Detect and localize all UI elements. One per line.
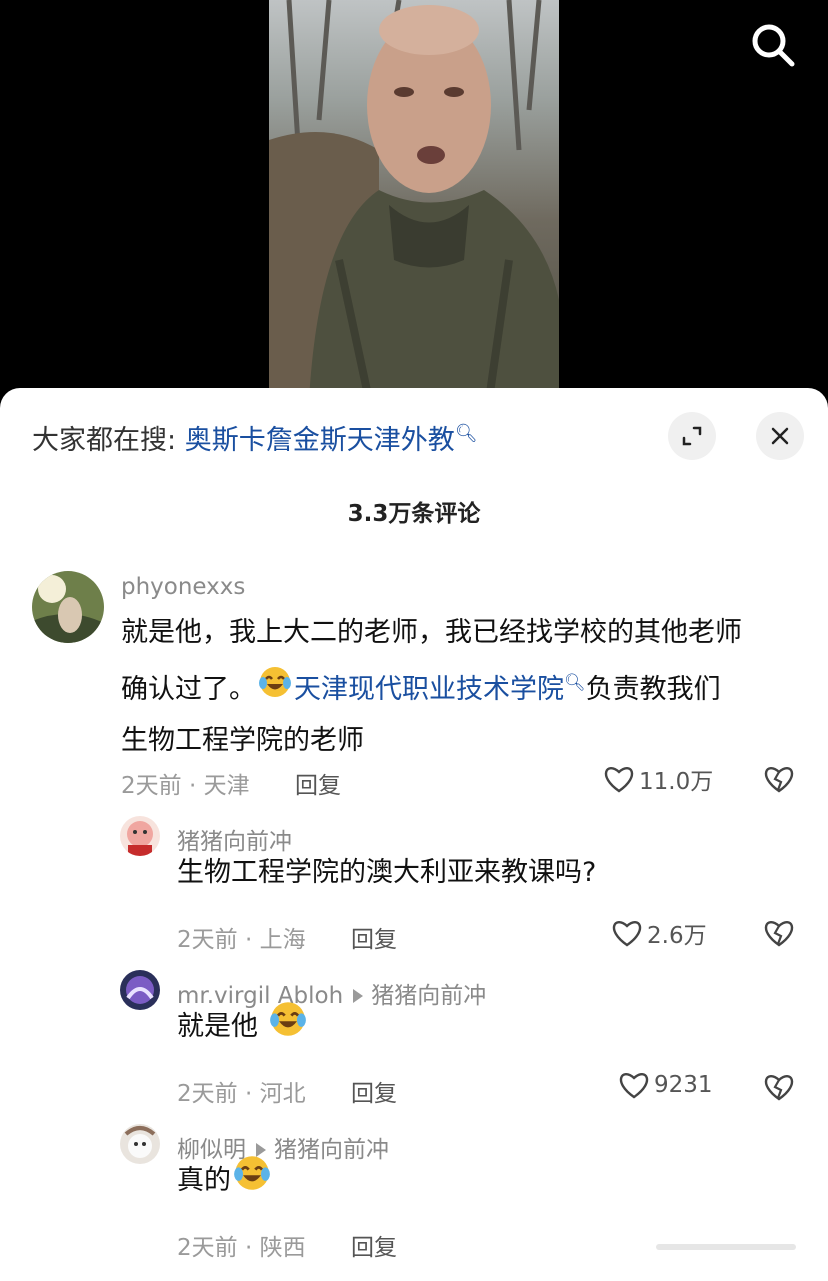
broken-heart-icon (764, 1075, 794, 1101)
comment-count: 3.3万条评论 (347, 501, 481, 527)
comment-item: phyonexxs 就是他，我上大二的老师，我已经找学校的其他老师 确认过了。 天… (0, 568, 828, 800)
reply-button[interactable]: 回复 (295, 766, 341, 800)
dislike-button[interactable] (763, 918, 795, 952)
avatar[interactable] (120, 970, 160, 1010)
expand-icon (682, 426, 702, 446)
reply-item: 猪猪向前冲 生物工程学院的澳大利亚来教课吗? 2天前 · 上海 回复 2.6万 (0, 816, 828, 956)
search-icon: 🔍︎ (564, 673, 586, 693)
school-link[interactable]: 天津现代职业技术学院 (294, 674, 564, 705)
comment-text: 生物工程学院的澳大利亚来教课吗? (177, 857, 597, 888)
comment-text-segment: 负责教我们 (585, 674, 721, 705)
reply-target[interactable]: 猪猪向前冲 (371, 983, 486, 1009)
comment-meta: 2天前 · 陕西 (177, 1235, 306, 1261)
search-button[interactable] (748, 20, 798, 70)
reply-button[interactable]: 回复 (351, 920, 397, 954)
video-player[interactable] (0, 0, 828, 400)
laughing-crying-emoji-icon (233, 1154, 271, 1209)
comment-meta: 2天前 · 上海 (177, 927, 306, 953)
reply-target[interactable]: 猪猪向前冲 (274, 1137, 389, 1163)
close-icon (771, 427, 789, 445)
avatar[interactable] (120, 816, 160, 856)
avatar[interactable] (32, 571, 104, 643)
video-frame (269, 0, 559, 400)
comment-text-line: 生物工程学院的老师 (121, 725, 364, 756)
like-count: 2.6万 (647, 923, 707, 949)
comment-text-line: 确认过了。 天津现代职业技术学院🔍︎负责教我们 (121, 658, 811, 716)
broken-heart-icon (764, 921, 794, 947)
home-indicator (656, 1244, 796, 1250)
reply-item: mr.virgil Abloh 猪猪向前冲 就是他 2天前 · 河北 回复 923… (0, 970, 828, 1110)
comment-text: 真的 (177, 1154, 273, 1209)
like-count: 9231 (654, 1072, 713, 1098)
heart-icon (612, 921, 642, 947)
reply-arrow-icon (353, 988, 364, 1003)
avatar[interactable] (120, 1124, 160, 1164)
broken-heart-icon (764, 767, 794, 793)
reply-button[interactable]: 回复 (351, 1074, 397, 1108)
dislike-button[interactable] (763, 764, 795, 798)
comment-text: 就是他，我上大二的老师，我已经找学校的其他老师 确认过了。 天津现代职业技术学院🔍… (121, 608, 811, 766)
comment-text-segment: 真的 (177, 1165, 231, 1196)
comment-username[interactable]: phyonexxs (121, 574, 245, 600)
expand-button[interactable] (668, 412, 716, 460)
video-still-image (269, 0, 559, 400)
search-icon: 🔍︎ (454, 423, 478, 444)
comment-meta: 2天前 · 河北 (177, 1081, 306, 1107)
comment-text-line: 就是他，我上大二的老师，我已经找学校的其他老师 (121, 617, 742, 648)
search-icon (752, 24, 795, 67)
trending-search-prefix: 大家都在搜: (32, 425, 177, 456)
comment-meta: 2天前 · 天津 (121, 773, 250, 799)
reply-button[interactable]: 回复 (351, 1228, 397, 1262)
close-button[interactable] (756, 412, 804, 460)
trending-search-term[interactable]: 奥斯卡詹金斯天津外教 (185, 425, 455, 456)
heart-icon (604, 767, 634, 793)
comment-text: 就是他 (177, 1000, 309, 1055)
comment-text-segment: 确认过了。 (121, 674, 256, 705)
comment-text-segment: 就是他 (177, 1011, 258, 1042)
like-count: 11.0万 (639, 769, 714, 795)
trending-search-bar[interactable]: 大家都在搜: 奥斯卡詹金斯天津外教🔍︎ (32, 418, 478, 457)
dislike-button[interactable] (763, 1072, 795, 1106)
laughing-crying-emoji-icon (258, 665, 292, 716)
heart-icon (619, 1073, 649, 1099)
like-button[interactable]: 11.0万 (603, 762, 713, 796)
reply-item: 柳似明 猪猪向前冲 真的 2天前 · 陕西 回复 (0, 1124, 828, 1264)
laughing-crying-emoji-icon (269, 1000, 307, 1055)
comments-sheet: 大家都在搜: 奥斯卡詹金斯天津外教🔍︎ 3.3万条评论 phyonexxs 就是… (0, 388, 828, 1281)
like-button[interactable]: 2.6万 (611, 916, 707, 950)
like-button[interactable]: 9231 (618, 1070, 713, 1100)
